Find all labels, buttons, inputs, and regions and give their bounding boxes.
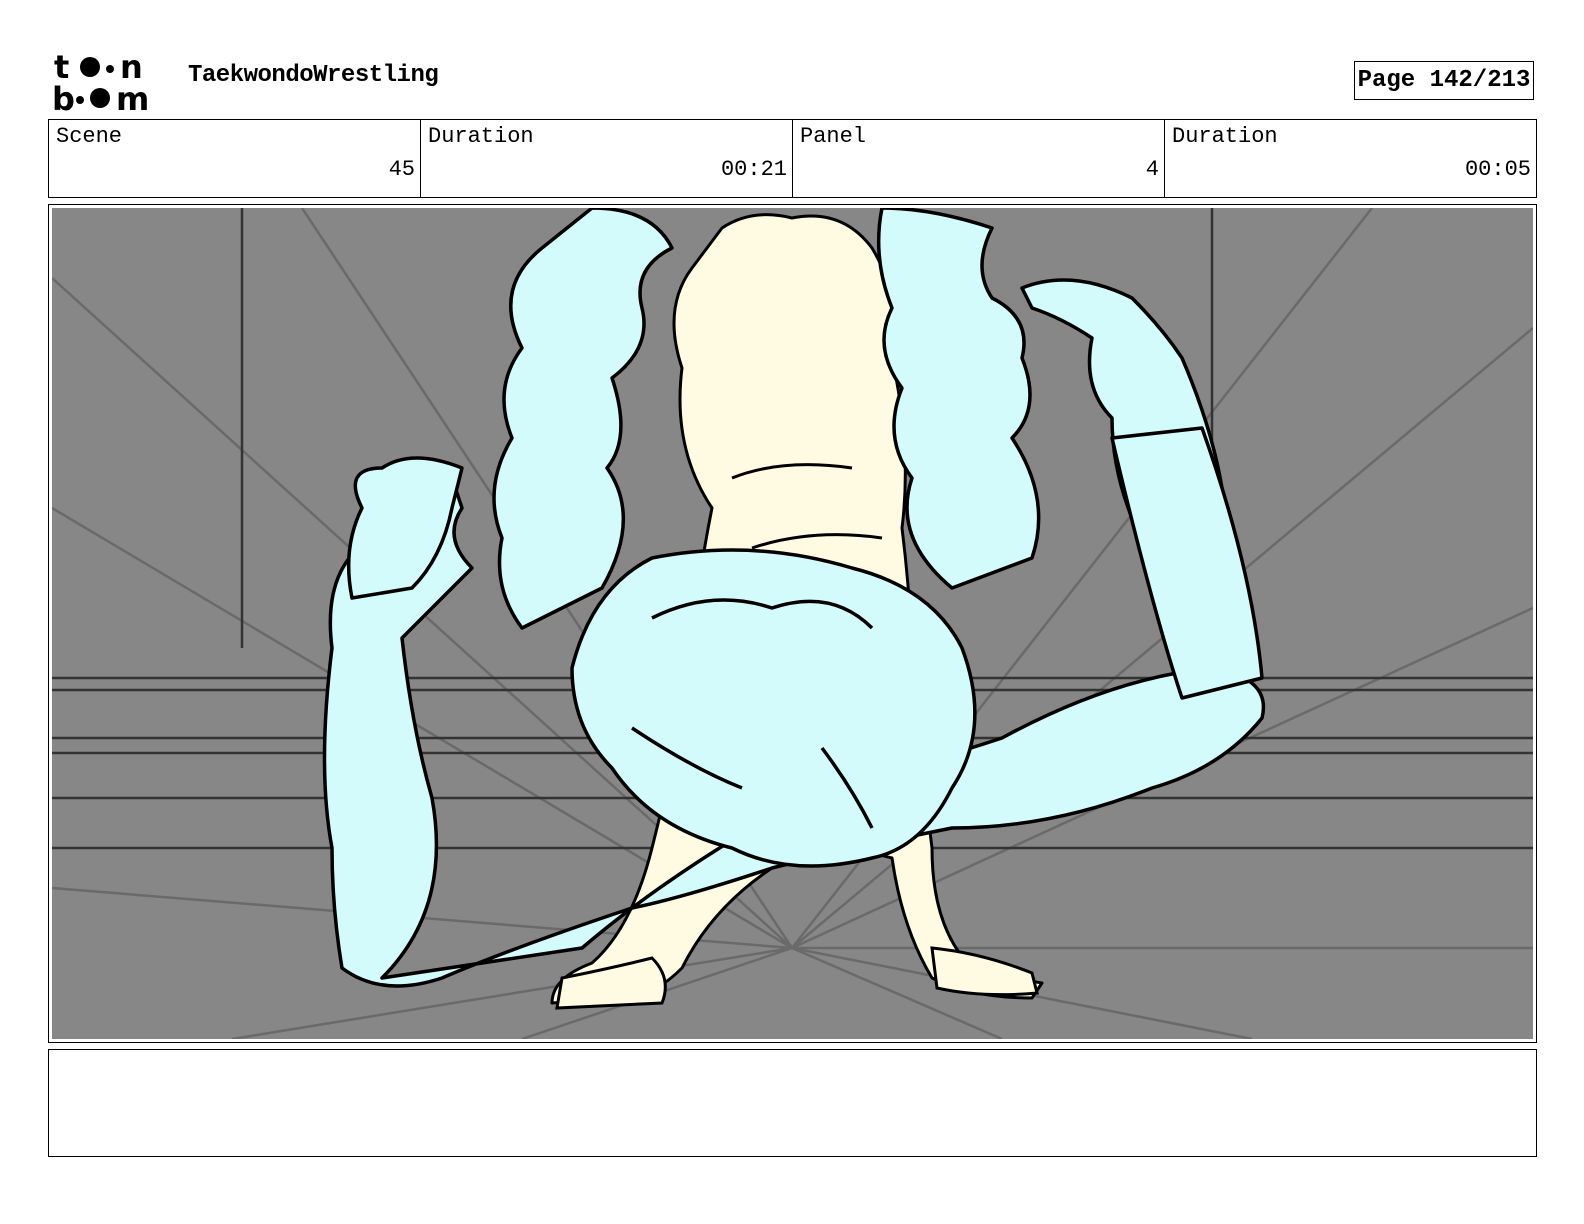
scene-duration-label: Duration — [428, 124, 534, 149]
svg-text:b: b — [52, 80, 75, 114]
svg-text:m: m — [116, 80, 149, 114]
scene-info-table: Scene 45 Duration 00:21 Panel 4 Duration… — [48, 119, 1537, 198]
panel-duration-cell: Duration 00:05 — [1165, 120, 1536, 197]
panel-duration-label: Duration — [1172, 124, 1278, 149]
panel-value: 4 — [1145, 157, 1159, 182]
panel-label: Panel — [800, 124, 867, 149]
scene-label: Scene — [56, 124, 123, 149]
panel-duration-value: 00:05 — [1464, 157, 1531, 182]
toon-boom-logo-icon: t n b m — [52, 48, 149, 118]
storyboard-panel-frame — [48, 204, 1537, 1043]
scene-cell: Scene 45 — [49, 120, 421, 197]
panel-notes-box — [48, 1049, 1537, 1157]
toon-boom-logo: t n b m — [50, 48, 164, 118]
page-indicator: Page 142/213 — [1354, 61, 1534, 100]
scene-value: 45 — [388, 157, 415, 182]
scene-duration-value: 00:21 — [720, 157, 787, 182]
storyboard-panel-image — [52, 208, 1533, 1039]
scene-duration-cell: Duration 00:21 — [421, 120, 793, 197]
project-title: TaekwondoWrestling — [188, 62, 439, 89]
panel-cell: Panel 4 — [793, 120, 1165, 197]
